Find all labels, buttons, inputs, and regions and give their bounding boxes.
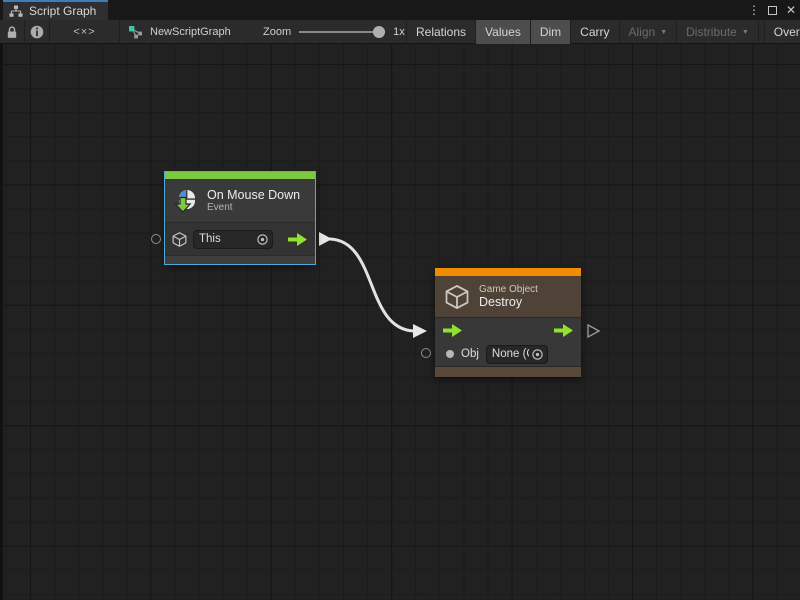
graph-name-group[interactable]: NewScriptGraph (128, 20, 231, 44)
wire-source-arrowhead (319, 232, 332, 246)
dim-button[interactable]: Dim (530, 20, 570, 44)
node-destroy[interactable]: Game Object Destroy Obj None (O (435, 268, 581, 377)
obj-object-field[interactable]: None (O (486, 345, 548, 364)
tab-title: Script Graph (29, 4, 96, 18)
window-close-icon[interactable]: ✕ (784, 0, 798, 20)
event-node-title: On Mouse Down (207, 188, 300, 202)
destroy-enter-port-arrow[interactable] (443, 324, 462, 337)
destroy-node-header[interactable]: Game Object Destroy (435, 276, 581, 318)
tab-script-graph[interactable]: Script Graph (3, 0, 108, 20)
relations-button[interactable]: Relations (406, 20, 475, 44)
zoom-slider-handle[interactable] (373, 26, 385, 38)
connection-layer (3, 44, 800, 600)
object-picker-icon[interactable] (256, 233, 269, 246)
event-node-body: This (165, 223, 315, 255)
graph-hierarchy-icon (9, 5, 23, 18)
destroy-exit-port-triangle[interactable] (588, 325, 599, 337)
destroy-accent-bar (435, 268, 581, 276)
event-target-field[interactable]: This (193, 230, 273, 249)
lock-icon (5, 25, 19, 40)
script-graph-window: Script Graph ⋮ ✕ <×> (0, 0, 800, 600)
connection-wire[interactable] (330, 239, 414, 331)
chevron-down-icon: ▼ (660, 21, 667, 44)
align-button[interactable]: Align ▼ (619, 20, 677, 44)
toolbar-buttons: Relations Values Dim Carry Align ▼ Distr… (406, 20, 800, 44)
zoom-control: Zoom 1x (263, 20, 405, 44)
destroy-flow-row (435, 318, 581, 342)
overview-button[interactable]: Overview (764, 20, 800, 44)
event-node-subtitle: Event (207, 202, 300, 213)
obj-field-value: None (O (492, 348, 529, 360)
wire-target-arrowhead (413, 324, 427, 338)
event-accent-bar (165, 172, 315, 179)
window-controls: ⋮ ✕ (747, 0, 798, 20)
align-label: Align (629, 21, 656, 44)
event-node-footer (165, 255, 315, 264)
values-button[interactable]: Values (475, 20, 530, 44)
graph-canvas[interactable]: On Mouse Down Event This (0, 44, 800, 600)
tab-strip: Script Graph ⋮ ✕ (0, 0, 800, 20)
graph-name-label: NewScriptGraph (150, 26, 231, 38)
graph-toolbar: <×> NewScriptGraph Zoom 1x Relations Val… (0, 20, 800, 44)
destroy-node-title: Destroy (479, 295, 538, 309)
event-node-titles: On Mouse Down Event (207, 188, 300, 213)
obj-value-port-dot[interactable] (446, 350, 454, 358)
event-target-value: This (199, 233, 254, 245)
node-on-mouse-down[interactable]: On Mouse Down Event This (165, 172, 315, 264)
info-button[interactable] (25, 20, 50, 44)
chevron-down-icon: ▼ (742, 21, 749, 44)
code-icon: <×> (73, 26, 95, 38)
event-node-header[interactable]: On Mouse Down Event (165, 179, 315, 223)
destroy-node-footer (435, 366, 581, 377)
mouse-down-icon (173, 188, 199, 214)
zoom-slider[interactable] (299, 26, 385, 38)
window-menu-icon[interactable]: ⋮ (747, 0, 761, 20)
game-object-cube-icon (443, 283, 471, 311)
destroy-node-titles: Game Object Destroy (479, 284, 538, 309)
window-maximize-icon[interactable] (768, 6, 777, 15)
destroy-exit-port-arrow[interactable] (554, 324, 573, 337)
code-preview-button[interactable]: <×> (50, 20, 120, 44)
destroy-obj-input-port[interactable] (421, 348, 431, 358)
event-target-input-port[interactable] (151, 234, 161, 244)
destroy-obj-row: Obj None (O (435, 342, 581, 366)
info-icon (30, 25, 44, 39)
obj-label: Obj (461, 348, 479, 360)
zoom-value: 1x (393, 26, 405, 38)
event-exit-port-arrow[interactable] (288, 233, 307, 246)
carry-button[interactable]: Carry (570, 20, 618, 44)
object-picker-icon[interactable] (531, 348, 544, 361)
zoom-label: Zoom (263, 26, 291, 38)
game-object-cube-icon (171, 231, 188, 248)
distribute-button[interactable]: Distribute ▼ (676, 20, 759, 44)
distribute-label: Distribute (686, 21, 737, 44)
lock-button[interactable] (0, 20, 25, 44)
destroy-node-category: Game Object (479, 284, 538, 295)
script-graph-asset-icon (128, 25, 144, 40)
